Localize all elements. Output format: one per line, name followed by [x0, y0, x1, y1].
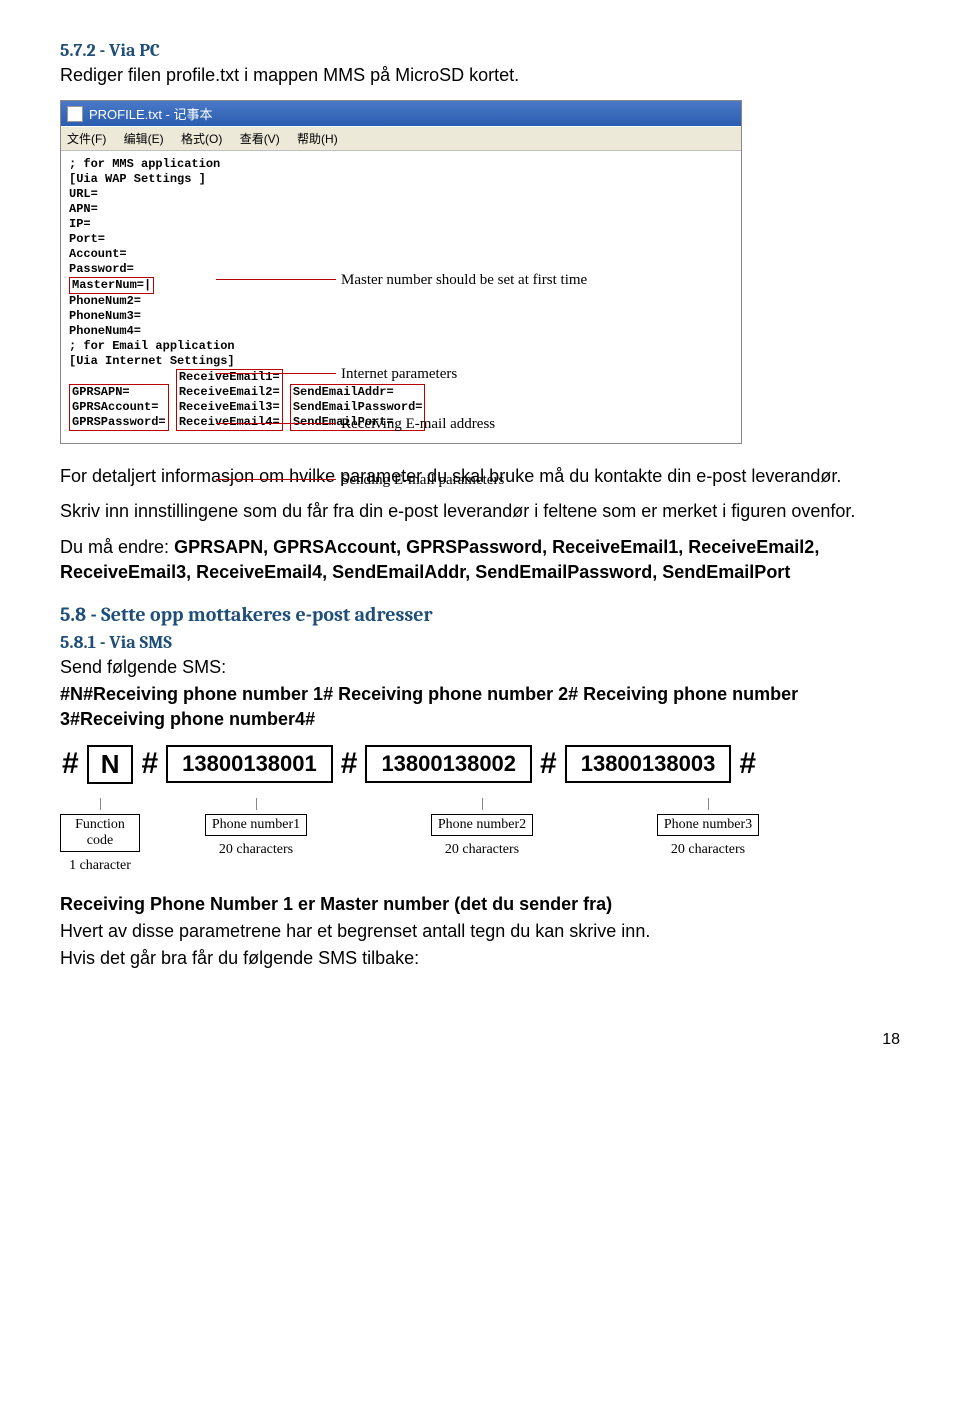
cfg-line: GPRSAPN= [72, 385, 166, 400]
cfg-line: SendEmailAddr= [293, 385, 423, 400]
cfg-line: GPRSAccount= [72, 400, 166, 415]
cfg-line: [Uia WAP Settings ] [69, 172, 425, 187]
intro-572: Rediger filen profile.txt i mappen MMS p… [60, 63, 900, 88]
menu-help[interactable]: 帮助(H) [297, 132, 338, 146]
hash-icon: # [60, 747, 81, 781]
para-limit: Hvert av disse parametrene har et begren… [60, 919, 900, 944]
para-endre: Du må endre: GPRSAPN, GPRSAccount, GPRSP… [60, 535, 900, 585]
pn1-label: Phone number1 [205, 814, 307, 836]
connector-line [216, 373, 336, 374]
menu-format[interactable]: 格式(O) [181, 132, 222, 146]
phone1-box: 13800138001 [166, 745, 333, 783]
notepad-window: PROFILE.txt - 记事本 文件(F) 编辑(E) 格式(O) 查看(V… [60, 100, 742, 444]
menu-edit[interactable]: 编辑(E) [124, 132, 164, 146]
cfg-line: PhoneNum4= [69, 324, 425, 339]
annot-internet: Internet parameters [341, 365, 457, 384]
cfg-line: ReceiveEmail2= [179, 385, 280, 400]
hash-icon: # [538, 747, 559, 781]
cfg-line: ; for MMS application [69, 157, 425, 172]
pn3-label: Phone number3 [657, 814, 759, 836]
pn2-chars: 20 characters [372, 842, 592, 858]
annot-recv: Receiving E-mail address [341, 415, 495, 434]
cfg-line: ; for Email application [69, 339, 425, 354]
menu-view[interactable]: 查看(V) [240, 132, 280, 146]
func-chars: 1 character [60, 858, 140, 874]
annot-master: Master number should be set at first tim… [341, 271, 587, 290]
sms-format-line: #N#Receiving phone number 1# Receiving p… [60, 682, 900, 732]
para-masternum: Receiving Phone Number 1 er Master numbe… [60, 892, 900, 917]
cfg-line: MasterNum=| [72, 278, 151, 293]
para-response: Hvis det går bra får du følgende SMS til… [60, 946, 900, 971]
cfg-line: SendEmailPassword= [293, 400, 423, 415]
cfg-line: ReceiveEmail3= [179, 400, 280, 415]
notepad-menubar: 文件(F) 编辑(E) 格式(O) 查看(V) 帮助(H) [61, 126, 741, 151]
group-master: MasterNum=| [69, 277, 154, 294]
cfg-line: GPRSPassword= [72, 415, 166, 430]
cfg-line: Port= [69, 232, 425, 247]
sms-diagram: # N # 13800138001 # 13800138002 # 138001… [60, 745, 900, 874]
notepad-title: PROFILE.txt - 记事本 [89, 104, 213, 123]
cfg-line: Account= [69, 247, 425, 262]
hash-icon: # [339, 747, 360, 781]
notepad-icon [67, 106, 83, 122]
heading-581: 5.8.1 - Via SMS [60, 632, 900, 653]
n-box: N [87, 745, 134, 784]
notepad-editor[interactable]: ; for MMS application [Uia WAP Settings … [61, 151, 741, 443]
para-endre-bold: GPRSAPN, GPRSAccount, GPRSPassword, Rece… [60, 537, 819, 582]
cfg-line: PhoneNum3= [69, 309, 425, 324]
notepad-titlebar: PROFILE.txt - 记事本 [61, 101, 741, 126]
pn3-chars: 20 characters [598, 842, 818, 858]
para-skriv: Skriv inn innstillingene som du får fra … [60, 499, 900, 524]
annot-send: Sending E-mail parameters [341, 471, 504, 490]
cfg-line: APN= [69, 202, 425, 217]
phone3-box: 13800138003 [565, 745, 732, 783]
sms-send-line: Send følgende SMS: [60, 655, 900, 680]
phone2-box: 13800138002 [365, 745, 532, 783]
heading-572: 5.7.2 - Via PC [60, 40, 900, 61]
pn1-chars: 20 characters [146, 842, 366, 858]
pn2-label: Phone number2 [431, 814, 533, 836]
func-code-label: Function code [60, 814, 140, 852]
group-gprs: GPRSAPN= GPRSAccount= GPRSPassword= [69, 384, 169, 431]
hash-icon: # [737, 747, 758, 781]
cfg-line: PhoneNum2= [69, 294, 425, 309]
connector-line [216, 423, 336, 424]
cfg-line: IP= [69, 217, 425, 232]
cfg-line: URL= [69, 187, 425, 202]
group-recv: ReceiveEmail1= ReceiveEmail2= ReceiveEma… [176, 369, 283, 431]
connector-line [216, 479, 336, 480]
heading-58: 5.8 - Sette opp mottakeres e-post adress… [60, 603, 900, 626]
hash-icon: # [139, 747, 160, 781]
connector-line [216, 279, 336, 280]
para-endre-prefix: Du må endre: [60, 537, 174, 557]
menu-file[interactable]: 文件(F) [67, 132, 106, 146]
page-number: 18 [60, 1031, 900, 1049]
